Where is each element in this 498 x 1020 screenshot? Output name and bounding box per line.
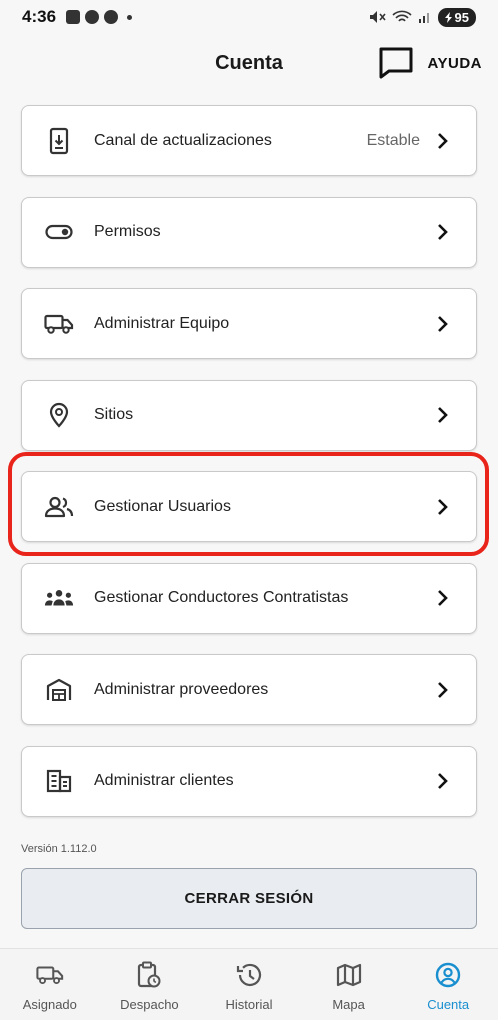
menu-item-manage-users[interactable]: Gestionar Usuarios bbox=[21, 471, 477, 542]
warehouse-icon bbox=[44, 675, 74, 705]
chevron-right-icon bbox=[438, 498, 448, 515]
logout-button[interactable]: CERRAR SESIÓN bbox=[21, 868, 477, 929]
menu-item-contractor-drivers[interactable]: Gestionar Conductores Contratistas bbox=[21, 562, 477, 634]
nav-item-dispatch[interactable]: Despacho bbox=[100, 949, 200, 1020]
nav-label: Despacho bbox=[120, 997, 179, 1012]
charging-icon bbox=[444, 11, 452, 23]
group-icon bbox=[44, 583, 74, 613]
help-label: AYUDA bbox=[427, 54, 482, 72]
help-button[interactable]: AYUDA bbox=[378, 46, 482, 80]
chat-icon bbox=[379, 47, 413, 79]
map-icon bbox=[335, 961, 363, 989]
version-label: Versión 1.112.0 bbox=[21, 843, 97, 855]
notification-icons bbox=[66, 10, 133, 24]
status-right: 95 bbox=[368, 7, 476, 27]
nav-label: Asignado bbox=[22, 997, 77, 1012]
nav-label: Historial bbox=[225, 997, 273, 1012]
more-notifications-icon bbox=[127, 14, 133, 20]
clipboard-clock-icon bbox=[135, 961, 163, 989]
users-icon bbox=[44, 492, 74, 522]
account-menu: Canal de actualizaciones Estable Permiso… bbox=[21, 105, 477, 837]
battery-indicator: 95 bbox=[437, 7, 476, 27]
chevron-right-icon bbox=[438, 224, 448, 240]
building-icon bbox=[44, 766, 74, 796]
menu-item-label: Administrar proveedores bbox=[94, 680, 269, 698]
nav-item-account[interactable]: Cuenta bbox=[398, 949, 498, 1020]
menu-item-value: Estable bbox=[366, 131, 420, 149]
menu-item-manage-suppliers[interactable]: Administrar proveedores bbox=[21, 654, 477, 725]
logout-label: CERRAR SESIÓN bbox=[184, 890, 314, 907]
chevron-right-icon bbox=[438, 773, 448, 789]
message-notification-icon bbox=[104, 10, 119, 24]
chevron-right-icon bbox=[438, 407, 448, 423]
menu-item-label: Gestionar Conductores Contratistas bbox=[94, 589, 349, 606]
menu-item-manage-equipment[interactable]: Administrar Equipo bbox=[21, 288, 477, 359]
status-time: 4:36 bbox=[22, 7, 57, 26]
nav-item-assigned[interactable]: Asignado bbox=[0, 949, 100, 1020]
battery-level: 95 bbox=[454, 9, 469, 25]
menu-item-update-channel[interactable]: Canal de actualizaciones Estable bbox=[21, 105, 477, 176]
signal-icon bbox=[418, 13, 429, 23]
nav-label: Mapa bbox=[332, 997, 365, 1012]
calendar-notification-icon bbox=[66, 10, 81, 24]
app-notification-icon bbox=[85, 10, 100, 24]
chevron-right-icon bbox=[438, 315, 448, 332]
menu-item-permissions[interactable]: Permisos bbox=[21, 196, 477, 268]
menu-item-label: Administrar Equipo bbox=[94, 314, 230, 332]
location-pin-icon bbox=[44, 400, 74, 430]
chevron-right-icon bbox=[438, 681, 448, 698]
menu-item-label: Sitios bbox=[94, 406, 134, 423]
menu-item-label: Administrar clientes bbox=[94, 772, 234, 789]
menu-item-label: Canal de actualizaciones bbox=[94, 131, 272, 149]
download-phone-icon bbox=[44, 126, 74, 156]
nav-item-history[interactable]: Historial bbox=[199, 949, 299, 1020]
nav-item-map[interactable]: Mapa bbox=[299, 949, 399, 1020]
menu-item-label: Permisos bbox=[94, 223, 161, 240]
chevron-right-icon bbox=[438, 132, 448, 149]
menu-item-manage-clients[interactable]: Administrar clientes bbox=[21, 745, 477, 817]
menu-item-sites[interactable]: Sitios bbox=[21, 379, 477, 451]
bottom-nav: Asignado Despacho Historial Mapa Cuenta bbox=[0, 948, 498, 1020]
truck-icon bbox=[44, 309, 74, 339]
status-bar: 4:36 95 bbox=[0, 0, 498, 34]
chevron-right-icon bbox=[438, 590, 448, 606]
toggle-icon bbox=[44, 217, 74, 247]
history-icon bbox=[235, 961, 263, 989]
header: Cuenta AYUDA bbox=[0, 40, 498, 90]
mute-icon bbox=[369, 11, 386, 23]
menu-item-label: Gestionar Usuarios bbox=[94, 497, 231, 515]
wifi-icon bbox=[391, 10, 412, 22]
truck-icon bbox=[36, 961, 64, 989]
account-icon bbox=[434, 961, 462, 989]
nav-label: Cuenta bbox=[427, 997, 470, 1012]
